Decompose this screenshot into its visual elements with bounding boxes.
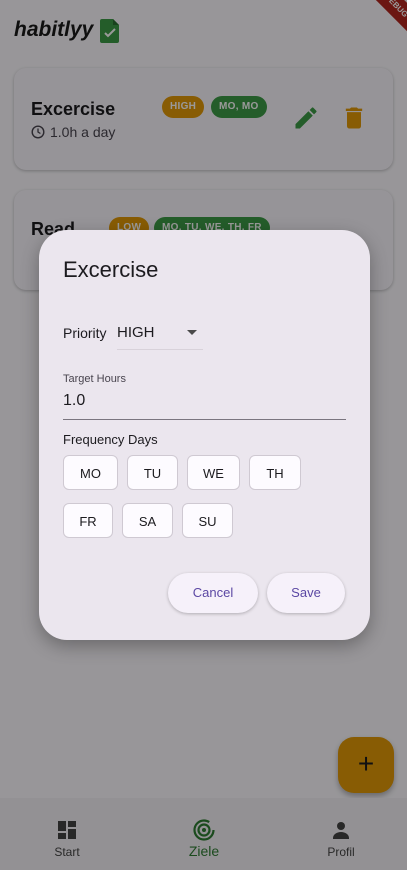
priority-value: HIGH: [117, 324, 155, 341]
dropdown-arrow-icon: [187, 330, 197, 335]
save-button[interactable]: Save: [267, 573, 345, 613]
target-hours-label: Target Hours: [63, 373, 126, 385]
edit-habit-dialog: Excercise Priority HIGH Target Hours 1.0…: [39, 230, 370, 640]
cancel-button[interactable]: Cancel: [168, 573, 258, 613]
day-button-tu[interactable]: TU: [127, 455, 178, 490]
dialog-title: Excercise: [63, 257, 159, 282]
target-hours-input[interactable]: 1.0: [63, 392, 85, 410]
input-underline: [63, 419, 346, 420]
day-button-fr[interactable]: FR: [63, 503, 113, 538]
day-button-su[interactable]: SU: [182, 503, 233, 538]
frequency-days-label: Frequency Days: [63, 432, 158, 447]
day-button-we[interactable]: WE: [187, 455, 240, 490]
day-button-mo[interactable]: MO: [63, 455, 118, 490]
day-button-th[interactable]: TH: [249, 455, 301, 490]
priority-dropdown[interactable]: HIGH: [117, 316, 203, 350]
day-button-sa[interactable]: SA: [122, 503, 173, 538]
priority-label: Priority: [63, 325, 107, 341]
